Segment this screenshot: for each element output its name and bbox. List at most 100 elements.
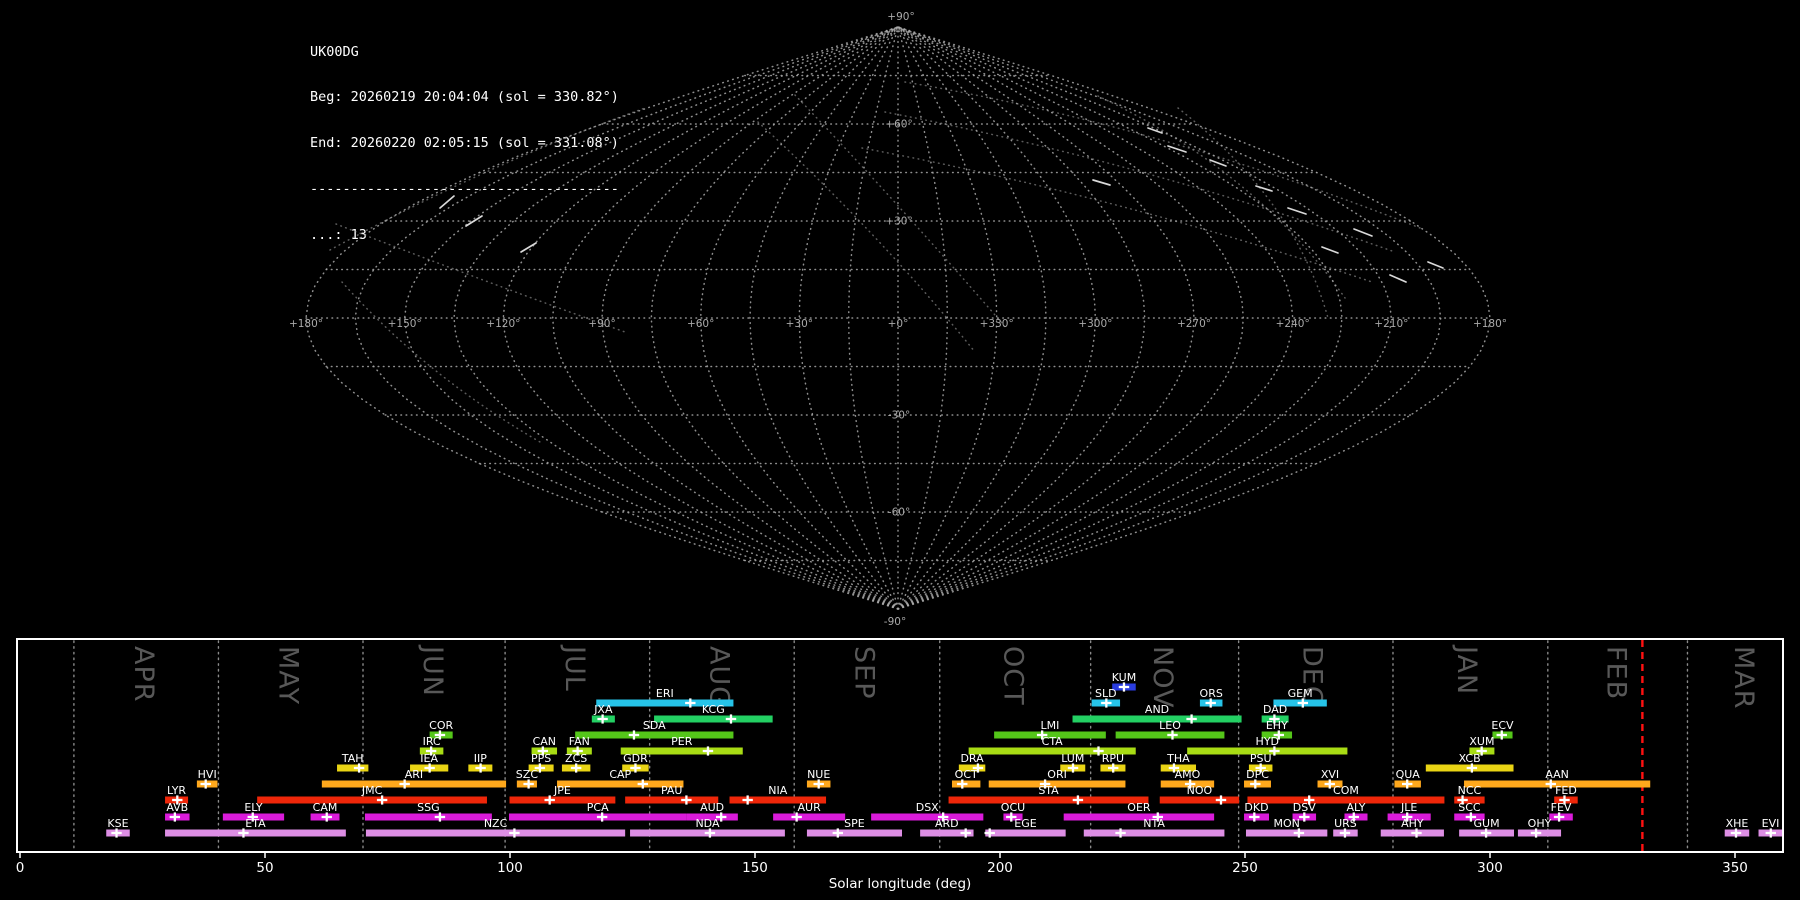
shower-bar: [257, 796, 487, 804]
shower-label: XCB: [1459, 752, 1481, 765]
shower-label: NUE: [807, 768, 830, 781]
shower-label: AHY: [1401, 817, 1424, 830]
x-tick-label: 200: [987, 860, 1013, 876]
shower-bar: [871, 813, 984, 821]
shower-label: CAN: [533, 735, 556, 748]
sky-label-pole-south: -90°: [884, 616, 906, 628]
shower-label: NZC: [484, 817, 508, 830]
shower-label: AUD: [700, 801, 724, 814]
month-label: OCT: [998, 646, 1029, 706]
shower-label: ARI: [405, 768, 423, 781]
shower-label: PSU: [1250, 752, 1272, 765]
shower-bar: [1083, 829, 1225, 837]
month-label: JAN: [1451, 644, 1482, 695]
shower-bar: [1159, 796, 1240, 804]
shower-label: ECV: [1491, 719, 1514, 732]
meteor-trail: [1389, 274, 1407, 283]
shower-label: SPE: [844, 817, 865, 830]
shower-bar: [806, 829, 902, 837]
shower-bar: [654, 715, 773, 723]
sky-track: [861, 147, 1373, 283]
shower-label: SLD: [1095, 687, 1117, 700]
shower-label: AMO: [1175, 768, 1201, 781]
shower-label: OCU: [1001, 801, 1025, 814]
sky-label-longitude: +210°: [1374, 318, 1408, 330]
shower-label: CTA: [1042, 735, 1064, 748]
shower-label: XHE: [1726, 817, 1749, 830]
sky-track: [329, 107, 646, 251]
activity-chart-group: APR MAY JUN JUL AUG SEP OCT NOV DEC JAN FEB MARKUME…: [16, 638, 1784, 892]
shower-label: EVI: [1762, 817, 1780, 830]
x-tick-label: 0: [16, 860, 25, 876]
shower-label: DSV: [1293, 801, 1316, 814]
shower-label: SCC: [1458, 801, 1481, 814]
shower-label: XVI: [1321, 768, 1339, 781]
shower-label: SZC: [516, 768, 539, 781]
shower-label: ORI: [1047, 768, 1067, 781]
shower-label: STA: [1038, 784, 1059, 797]
sky-label-longitude: +300°: [1078, 318, 1112, 330]
month-label: MAY: [273, 646, 304, 705]
sky-label-longitude: +60°: [687, 318, 714, 330]
shower-label: FED: [1555, 784, 1577, 797]
shower-label: MON: [1273, 817, 1299, 830]
shower-label: ELY: [244, 801, 263, 814]
x-tick-label: 50: [256, 860, 273, 876]
sky-track: [1097, 95, 1346, 299]
shower-bar: [948, 796, 1149, 804]
shower-label: LMI: [1041, 719, 1060, 732]
shower-label: EGE: [1014, 817, 1036, 830]
shower-label: QUA: [1396, 768, 1421, 781]
shower-label: DPC: [1246, 768, 1269, 781]
shower-label: THA: [1166, 752, 1190, 765]
shower-label: XUM: [1469, 735, 1494, 748]
sky-label-longitude: +330°: [980, 318, 1014, 330]
shower-label: AUR: [798, 801, 822, 814]
shower-label: COM: [1333, 784, 1359, 797]
meteor-trail: [520, 242, 537, 253]
month-label: SEP: [848, 646, 879, 699]
shower-label: NDA: [695, 817, 720, 830]
shower-label: PER: [671, 735, 693, 748]
meteor-trail: [1427, 261, 1444, 269]
sky-label-longitude: +240°: [1276, 318, 1310, 330]
shower-bar: [1245, 829, 1328, 837]
sky-grid-meridian: [749, 26, 899, 610]
shower-label: HYD: [1256, 735, 1279, 748]
shower-label: JMC: [361, 784, 383, 797]
shower-label: COR: [429, 719, 453, 732]
shower-label: DRA: [960, 752, 984, 765]
shower-bar: [1063, 813, 1215, 821]
shower-label: IIP: [474, 752, 487, 765]
sky-label-longitude: +120°: [486, 318, 520, 330]
month-label: FEB: [1600, 646, 1631, 700]
meteor-trail: [1092, 179, 1111, 186]
shower-label: OHY: [1528, 817, 1552, 830]
sky-label-longitude: +180°: [289, 318, 323, 330]
month-label: JUN: [417, 644, 448, 697]
sky-label-latitude: +30°: [885, 216, 912, 228]
sky-track: [904, 81, 1421, 229]
month-label: JUL: [559, 644, 590, 692]
sky-label-longitude: +0°: [888, 318, 909, 330]
x-tick-label: 300: [1477, 860, 1503, 876]
meteor-trail: [1255, 185, 1273, 192]
shower-label: PPS: [531, 752, 551, 765]
shower-label: NTA: [1143, 817, 1165, 830]
shower-label: OCT: [955, 768, 978, 781]
meteor-trail: [1147, 127, 1163, 134]
shower-bar: [1072, 715, 1242, 723]
shower-label: DKD: [1244, 801, 1268, 814]
x-tick-label: 250: [1232, 860, 1258, 876]
shower-label: NCC: [1458, 784, 1482, 797]
shower-label: CAM: [313, 801, 338, 814]
shower-label: HVI: [198, 768, 217, 781]
shower-label: AND: [1145, 703, 1169, 716]
shower-label: IRC: [423, 735, 441, 748]
sky-track: [884, 111, 1396, 253]
shower-label: LYR: [167, 784, 186, 797]
shower-label: LUM: [1061, 752, 1084, 765]
sky-track: [335, 223, 626, 333]
shower-label: ZCS: [565, 752, 587, 765]
shower-label: RPU: [1102, 752, 1124, 765]
